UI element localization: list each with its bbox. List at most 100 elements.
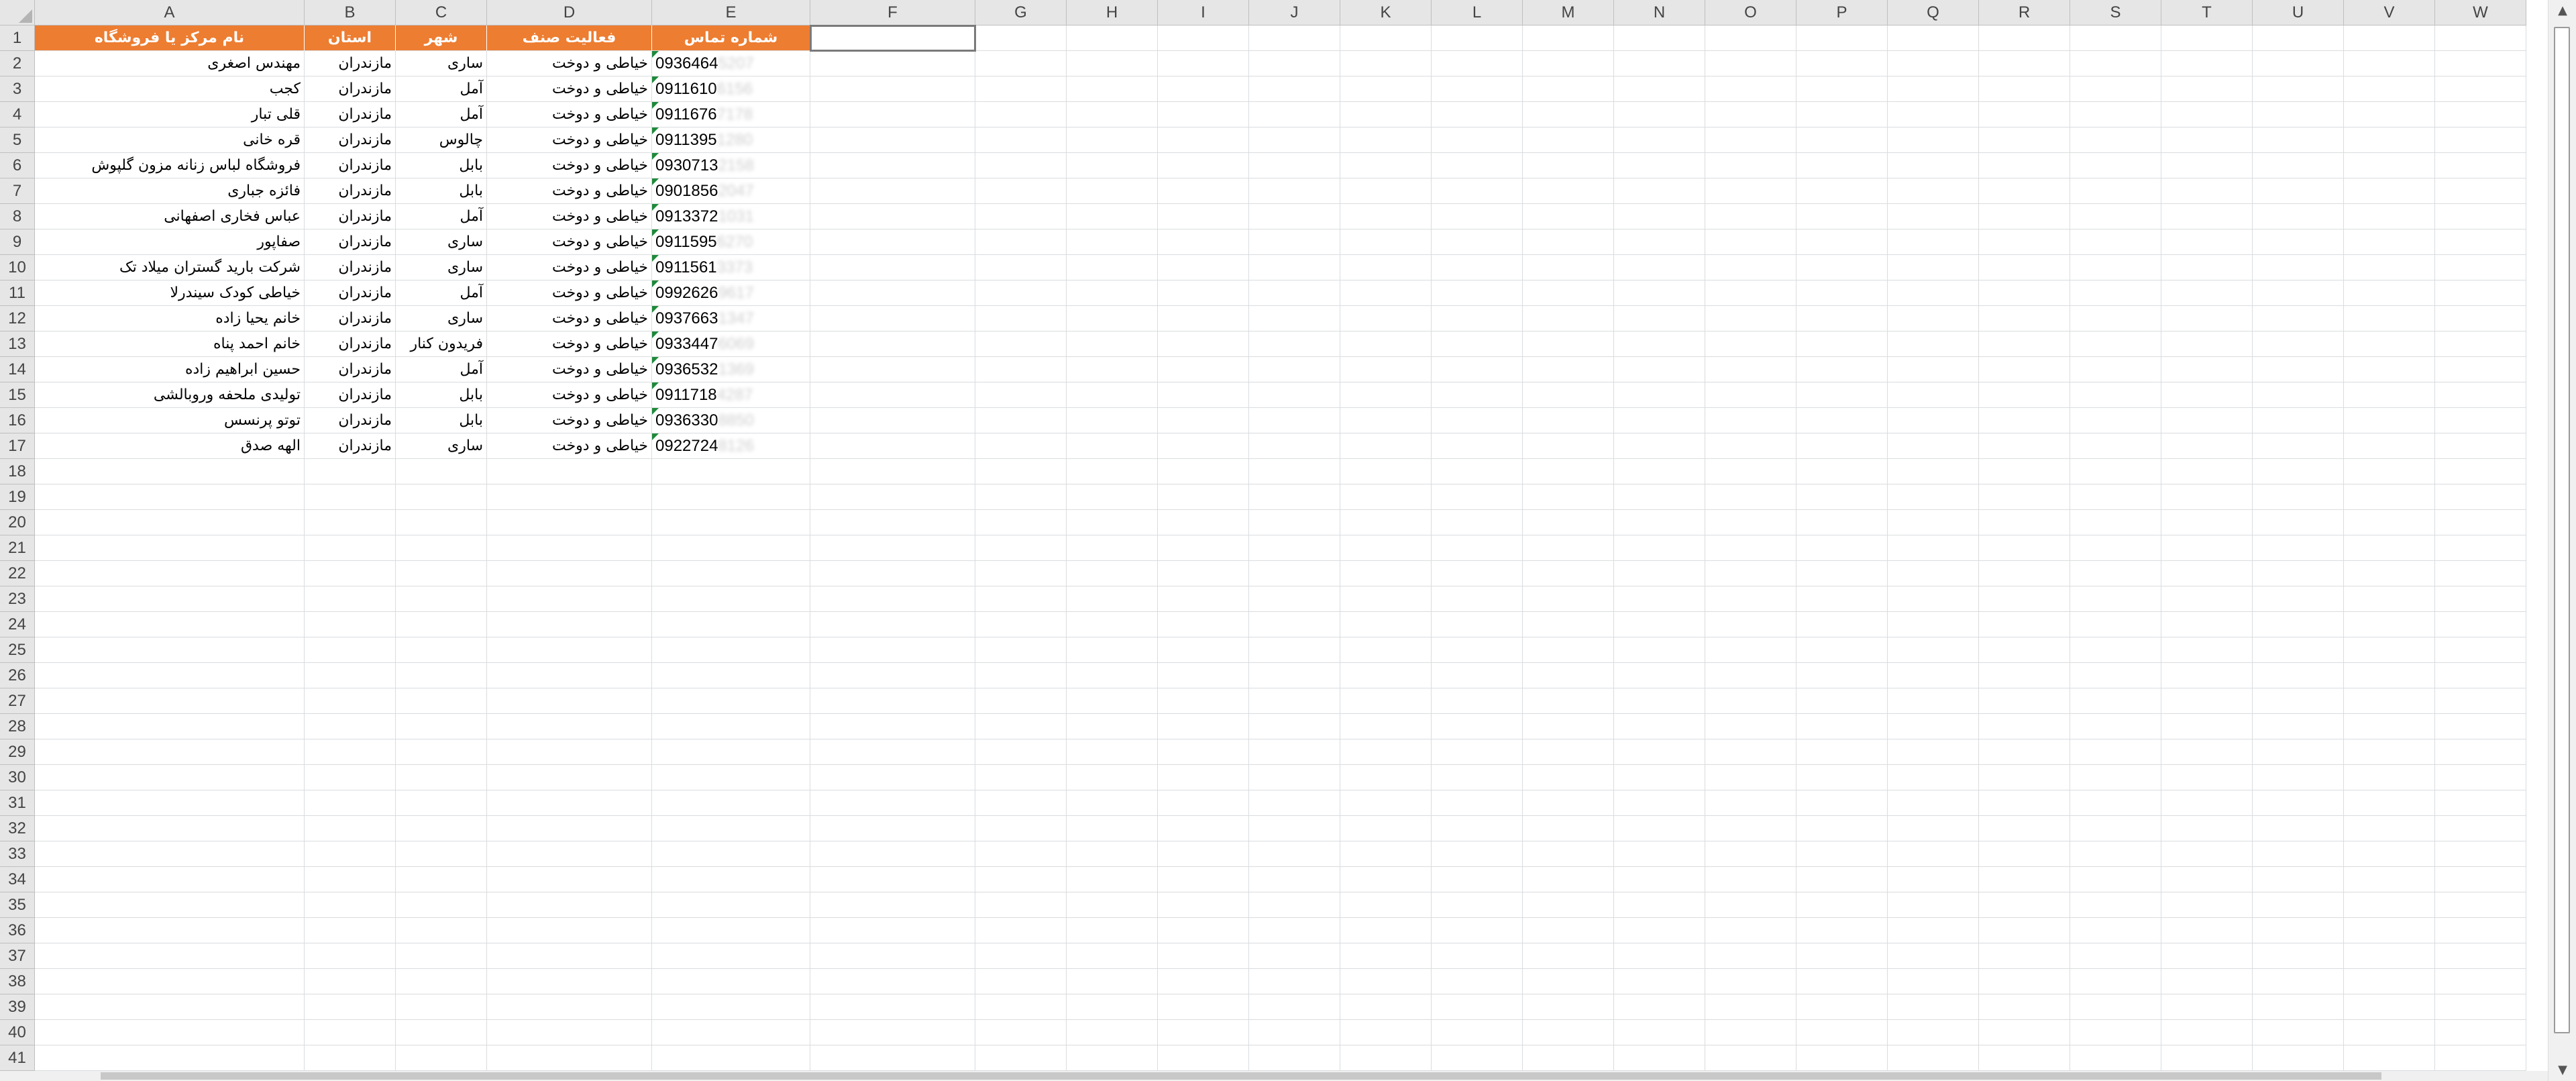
grid-cell[interactable] — [1888, 255, 1979, 280]
grid-cell[interactable] — [1432, 867, 1523, 892]
grid-cell[interactable] — [1705, 816, 1796, 841]
grid-cell[interactable] — [1432, 943, 1523, 969]
grid-cell[interactable] — [2161, 357, 2253, 382]
grid-cell[interactable] — [2435, 229, 2526, 255]
cell-name[interactable]: توتو پرنسس — [35, 408, 305, 433]
row-header[interactable]: 13 — [0, 331, 35, 357]
grid-cell[interactable] — [1614, 178, 1705, 204]
grid-cell[interactable] — [1340, 1045, 1432, 1071]
grid-cell[interactable] — [1979, 969, 2070, 994]
grid-cell[interactable] — [1249, 739, 1340, 765]
grid-cell[interactable] — [1888, 1045, 1979, 1071]
grid-cell[interactable] — [487, 714, 652, 739]
grid-cell[interactable] — [487, 510, 652, 535]
grid-cell[interactable] — [1158, 790, 1249, 816]
cell-province[interactable]: مازندران — [305, 127, 396, 153]
grid-cell[interactable] — [1979, 102, 2070, 127]
grid-cell[interactable] — [1340, 612, 1432, 637]
grid-cell[interactable] — [810, 51, 975, 76]
grid-cell[interactable] — [305, 535, 396, 561]
grid-cell[interactable] — [1523, 637, 1614, 663]
grid-cell[interactable] — [2253, 331, 2344, 357]
cell-city[interactable]: آمل — [396, 280, 487, 306]
grid-cell[interactable] — [2435, 586, 2526, 612]
grid-cell[interactable] — [1979, 408, 2070, 433]
grid-cell[interactable] — [1705, 1045, 1796, 1071]
grid-cell[interactable] — [1067, 535, 1158, 561]
grid-cell[interactable] — [1523, 714, 1614, 739]
column-header-b[interactable]: B — [305, 0, 396, 25]
column-header-s[interactable]: S — [2070, 0, 2161, 25]
grid-cell[interactable] — [1796, 688, 1888, 714]
grid-cell[interactable] — [1067, 739, 1158, 765]
grid-cell[interactable] — [1614, 331, 1705, 357]
grid-cell[interactable] — [35, 969, 305, 994]
grid-cell[interactable] — [2161, 663, 2253, 688]
grid-cell[interactable] — [2253, 408, 2344, 433]
grid-cell[interactable] — [487, 841, 652, 867]
grid-cell[interactable] — [2344, 204, 2435, 229]
grid-cell[interactable] — [810, 714, 975, 739]
grid-cell[interactable] — [305, 637, 396, 663]
grid-cell[interactable] — [1705, 51, 1796, 76]
grid-cell[interactable] — [2435, 25, 2526, 51]
cell-name[interactable]: قره خانی — [35, 127, 305, 153]
grid-cell[interactable] — [1796, 229, 1888, 255]
column-header-i[interactable]: I — [1158, 0, 1249, 25]
cell-activity[interactable]: خیاطی و دوخت — [487, 408, 652, 433]
grid-cell[interactable] — [1888, 892, 1979, 918]
scroll-up-icon[interactable]: ▲ — [2548, 0, 2576, 21]
grid-cell[interactable] — [2344, 25, 2435, 51]
grid-cell[interactable] — [1796, 76, 1888, 102]
grid-cell[interactable] — [2344, 306, 2435, 331]
grid-cell[interactable] — [2070, 280, 2161, 306]
grid-cell[interactable] — [2161, 892, 2253, 918]
grid-cell[interactable] — [1249, 357, 1340, 382]
grid-cell[interactable] — [2161, 765, 2253, 790]
grid-cell[interactable] — [1705, 484, 1796, 510]
grid-cell[interactable] — [1979, 1020, 2070, 1045]
grid-cell[interactable] — [1705, 1020, 1796, 1045]
grid-cell[interactable] — [2435, 790, 2526, 816]
grid-cell[interactable] — [810, 408, 975, 433]
grid-cell[interactable] — [2435, 867, 2526, 892]
grid-cell[interactable] — [1796, 153, 1888, 178]
grid-cell[interactable] — [1888, 586, 1979, 612]
grid-cell[interactable] — [1705, 612, 1796, 637]
cell-phone[interactable]: 09334476069 — [652, 331, 810, 357]
grid-cell[interactable] — [975, 535, 1067, 561]
grid-cell[interactable] — [305, 816, 396, 841]
row-header[interactable]: 27 — [0, 688, 35, 714]
grid-cell[interactable] — [1067, 229, 1158, 255]
grid-cell[interactable] — [810, 790, 975, 816]
grid-cell[interactable] — [1432, 25, 1523, 51]
grid-cell[interactable] — [975, 76, 1067, 102]
grid-cell[interactable] — [1523, 612, 1614, 637]
row-header[interactable]: 18 — [0, 459, 35, 484]
cell-activity[interactable]: خیاطی و دوخت — [487, 255, 652, 280]
grid-cell[interactable] — [2344, 127, 2435, 153]
grid-cell[interactable] — [1340, 535, 1432, 561]
grid-cell[interactable] — [810, 892, 975, 918]
grid-cell[interactable] — [1067, 280, 1158, 306]
grid-cell[interactable] — [1340, 918, 1432, 943]
grid-cell[interactable] — [1249, 765, 1340, 790]
grid-cell[interactable] — [1705, 994, 1796, 1020]
grid-cell[interactable] — [487, 1045, 652, 1071]
grid-cell[interactable] — [1158, 382, 1249, 408]
cell-province[interactable]: مازندران — [305, 433, 396, 459]
grid-cell[interactable] — [1067, 586, 1158, 612]
grid-cell[interactable] — [487, 918, 652, 943]
grid-cell[interactable] — [1614, 357, 1705, 382]
grid-cell[interactable] — [305, 561, 396, 586]
grid-cell[interactable] — [1067, 510, 1158, 535]
grid-cell[interactable] — [1979, 561, 2070, 586]
grid-cell[interactable] — [2344, 484, 2435, 510]
grid-cell[interactable] — [2435, 102, 2526, 127]
grid-cell[interactable] — [1158, 433, 1249, 459]
grid-cell[interactable] — [2161, 178, 2253, 204]
cell-phone[interactable]: 09115613373 — [652, 255, 810, 280]
grid-cell[interactable] — [2344, 51, 2435, 76]
grid-cell[interactable] — [2435, 510, 2526, 535]
cell-name[interactable]: فروشگاه لباس زنانه مزون گلپوش — [35, 153, 305, 178]
